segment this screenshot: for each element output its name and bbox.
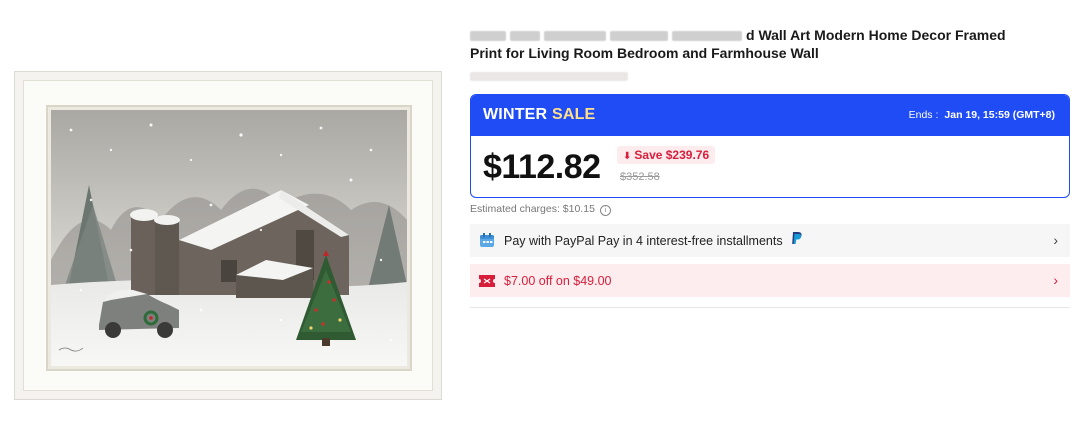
title-visible-part: d Wall Art Modern Home Decor Framed (746, 27, 1006, 43)
frame (23, 80, 433, 391)
estimated-charges: Estimated charges: $10.15 i (470, 203, 611, 216)
sale-title: WINTER SALE (483, 106, 595, 124)
sale-body: $112.82 ⬇ Save $239.76 $352.58 (471, 136, 1069, 197)
winter-barn-artwork (51, 110, 407, 366)
blurred-subtitle (470, 72, 628, 81)
info-icon[interactable]: i (599, 205, 611, 216)
frame-mat (46, 105, 412, 371)
blurred-text (610, 31, 668, 42)
blurred-text (510, 31, 540, 42)
chevron-right-icon: › (1053, 232, 1058, 248)
sale-title-part2: SALE (551, 106, 596, 123)
save-amount: Save $239.76 (634, 148, 710, 162)
coupon-icon (478, 273, 496, 289)
paypal-row-text: Pay with PayPal Pay in 4 interest-free i… (504, 233, 783, 248)
save-badge: ⬇ Save $239.76 (617, 146, 716, 164)
paypal-logo-icon (791, 231, 803, 250)
current-price: $112.82 (483, 148, 601, 186)
paypal-installments-row[interactable]: Pay with PayPal Pay in 4 interest-free i… (470, 224, 1070, 257)
original-price: $352.58 (620, 171, 660, 183)
sale-header: WINTER SALE Ends : Jan 19, 15:59 (GMT+8) (471, 95, 1069, 136)
coupon-text: $7.00 off on $49.00 (504, 273, 612, 288)
calendar-icon (478, 233, 496, 249)
down-arrow-icon: ⬇ (623, 151, 632, 162)
ends-label: Ends : (908, 109, 939, 121)
title-line-2: Print for Living Room Bedroom and Farmho… (470, 45, 819, 61)
chevron-right-icon: › (1053, 272, 1058, 288)
blurred-text (672, 31, 742, 42)
ends-value: Jan 19, 15:59 (GMT+8) (944, 109, 1055, 121)
coupon-row[interactable]: $7.00 off on $49.00 › (470, 264, 1070, 297)
product-image[interactable] (14, 71, 442, 400)
estimated-charges-text: Estimated charges: $10.15 (470, 203, 595, 215)
divider (470, 307, 1070, 308)
product-title: d Wall Art Modern Home Decor Framed Prin… (470, 26, 1060, 62)
sale-countdown: Ends : Jan 19, 15:59 (GMT+8) (909, 109, 1055, 121)
blurred-text (544, 31, 606, 42)
sale-title-part1: WINTER (483, 106, 552, 123)
sale-box: WINTER SALE Ends : Jan 19, 15:59 (GMT+8) … (470, 94, 1070, 198)
blurred-text (470, 31, 506, 42)
